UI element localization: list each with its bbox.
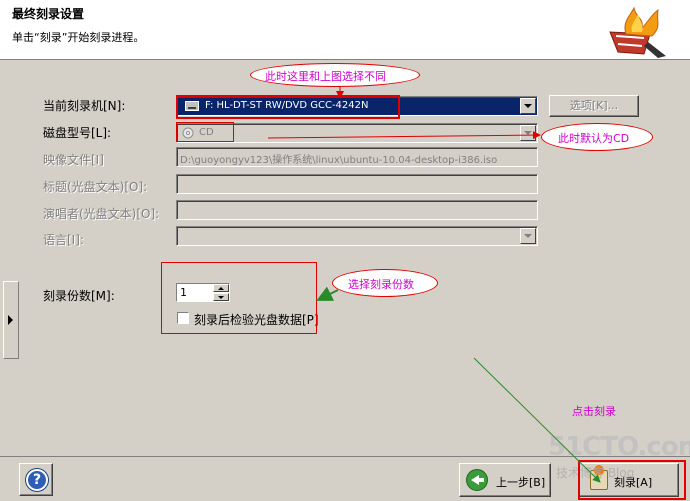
annotation-cd-box (176, 122, 234, 142)
chevron-down-icon[interactable] (520, 98, 536, 114)
expand-panel-button[interactable] (3, 281, 19, 359)
watermark: 51CTO.com (548, 432, 690, 462)
arrow-right-icon (8, 315, 13, 325)
annotation-recorder-text: 此时这里和上图选择不同 (265, 70, 386, 83)
help-icon: ? (26, 469, 48, 491)
annotation-copies-box (161, 262, 317, 334)
annotation-burn-box (578, 460, 686, 500)
title-field[interactable] (176, 174, 538, 194)
language-label: 语言[I]: (43, 233, 84, 247)
recorder-label: 当前刻录机[N]: (43, 99, 126, 113)
annotation-cd-text: 此时默认为CD (558, 132, 630, 145)
image-file-label: 映像文件[I] (43, 153, 104, 167)
annotation-recorder-box (176, 95, 400, 119)
back-arrow-icon (466, 469, 488, 491)
chevron-down-icon[interactable] (520, 125, 536, 141)
options-button[interactable]: 选项[K]... (549, 95, 639, 117)
back-button[interactable]: 上一步[B] (459, 463, 551, 497)
back-button-label: 上一步[B] (496, 476, 546, 489)
image-file-field[interactable]: D:\guoyongyv123\操作系统\linux\ubuntu-10.04-… (176, 147, 538, 167)
annotation-burn-text: 点击刻录 (572, 405, 616, 418)
chevron-down-icon[interactable] (520, 228, 536, 244)
language-select[interactable] (176, 226, 538, 246)
image-file-value: D:\guoyongyv123\操作系统\linux\ubuntu-10.04-… (180, 155, 498, 166)
wizard-header: 最终刻录设置 单击“刻录”开始刻录进程。 (0, 0, 690, 60)
annotation-copies-text: 选择刻录份数 (348, 278, 414, 291)
page-subtitle: 单击“刻录”开始刻录进程。 (12, 31, 145, 44)
page-title: 最终刻录设置 (12, 7, 85, 21)
settings-panel (0, 61, 690, 456)
artist-field[interactable] (176, 200, 538, 220)
copies-label: 刻录份数[M]: (43, 289, 115, 303)
burn-logo-icon (609, 6, 666, 58)
artist-label: 演唱者(光盘文本)[O]: (43, 207, 160, 221)
help-button[interactable]: ? (19, 463, 53, 496)
title-label: 标题(光盘文本)[O]: (43, 180, 148, 194)
disc-type-label: 磁盘型号[L]: (43, 126, 112, 140)
